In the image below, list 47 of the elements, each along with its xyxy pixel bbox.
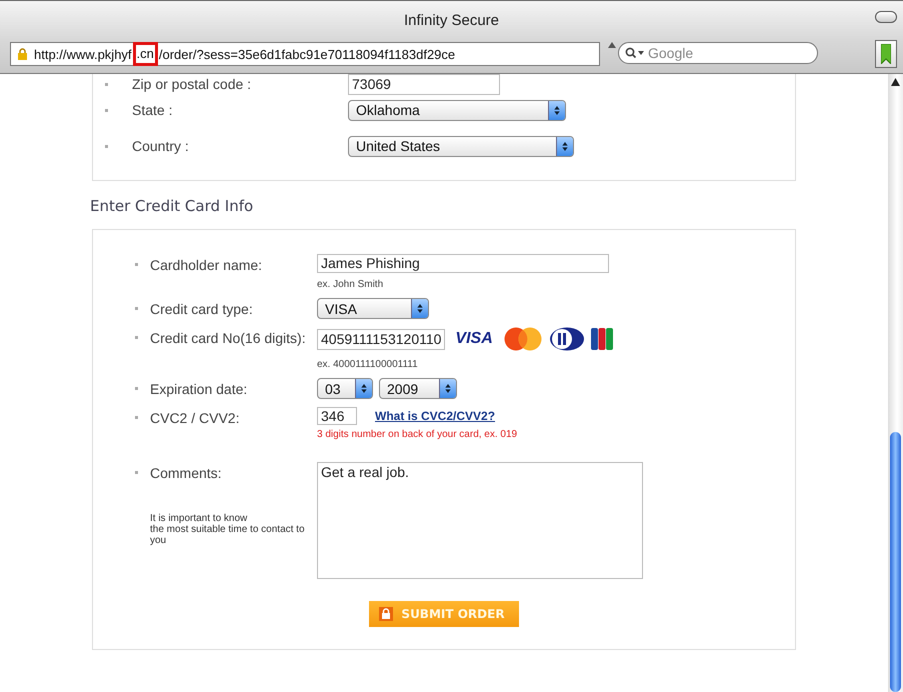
field-label: CVC2 / CVV2: <box>150 410 240 426</box>
field-label: Zip or postal code : <box>132 76 252 92</box>
text-field[interactable]: 4059111153120110 <box>317 328 446 350</box>
field-label: State : <box>132 102 174 118</box>
dropdown-arrows-icon <box>355 379 372 398</box>
field-label: Credit card No(16 digits): <box>150 330 306 346</box>
toolbar-toggle-button[interactable] <box>875 11 897 23</box>
field-label: Expiration date: <box>150 380 248 396</box>
dropdown-arrows-icon <box>548 100 565 120</box>
text-field[interactable]: James Phishing <box>317 254 609 273</box>
window-title: Infinity Secure <box>404 12 500 29</box>
dropdown[interactable]: VISA <box>317 298 429 319</box>
section-title: Enter Credit Card Info <box>90 197 254 215</box>
text-field[interactable]: 73069 <box>348 74 500 94</box>
scrollbar[interactable] <box>888 74 903 692</box>
comments-field[interactable]: Get a real job. <box>317 462 643 579</box>
help-link[interactable]: What is CVC2/CVV2? <box>375 409 496 423</box>
dropdown[interactable]: 03 <box>317 378 373 399</box>
dropdown[interactable]: 2009 <box>379 378 457 399</box>
jcb-logo-icon <box>590 328 613 350</box>
bookmark-button[interactable] <box>875 40 897 68</box>
dropdown-arrows-icon <box>411 299 428 318</box>
field-label: Cardholder name: <box>150 256 262 272</box>
field-label: Comments: <box>150 464 222 480</box>
text-field[interactable]: 346 <box>317 407 357 425</box>
dropdown-arrows-icon <box>556 136 573 156</box>
lock-icon <box>17 48 28 60</box>
dropdown-arrows-icon <box>439 379 456 398</box>
snapback-icon[interactable] <box>608 42 616 48</box>
field-label: Country : <box>132 138 190 154</box>
scrollbar-thumb[interactable] <box>890 432 901 692</box>
field-hint: 3 digits number on back of your card, ex. 019 <box>317 429 518 440</box>
field-description: It is important to know the most suitable time to contact to you <box>150 513 306 546</box>
search-field[interactable]: Google <box>618 42 818 64</box>
mastercard-logo-icon <box>502 327 543 351</box>
search-icon <box>625 47 645 59</box>
dropdown[interactable]: Oklahoma <box>348 100 566 120</box>
scroll-up-icon[interactable] <box>891 78 900 86</box>
dropdown[interactable]: United States <box>348 136 574 156</box>
bookmark-icon <box>881 44 891 64</box>
field-hint: ex. John Smith <box>317 279 384 290</box>
lock-icon <box>379 607 394 621</box>
card-logo: VISA <box>455 330 493 348</box>
address-field[interactable]: http://www.pkjhyf .cn /order/?sess=35e6d1fabc91e70118094f1183df29ce <box>10 42 600 66</box>
field-label: Credit card type: <box>150 300 253 316</box>
field-hint: ex. 4000111100001111 <box>317 359 419 370</box>
diners-logo-icon <box>548 327 585 351</box>
